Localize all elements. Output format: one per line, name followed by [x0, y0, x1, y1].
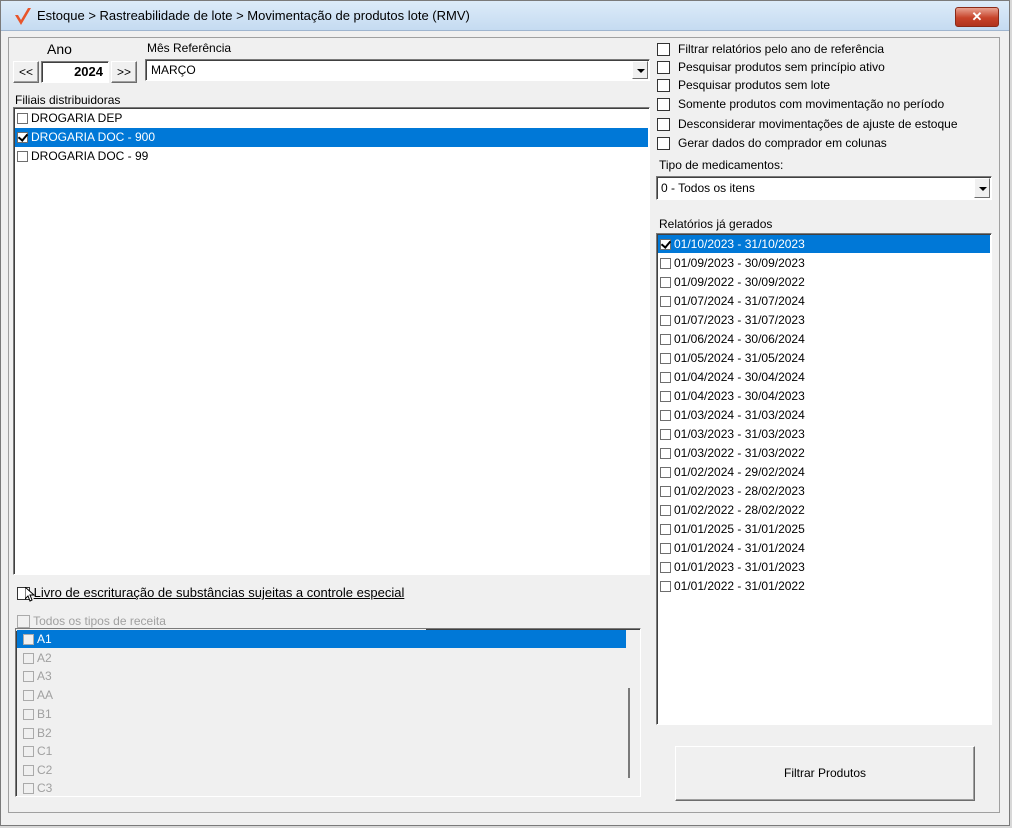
branch-checkbox[interactable]: [17, 113, 28, 125]
report-checkbox[interactable]: [660, 486, 671, 498]
prescription-item[interactable]: C3: [17, 779, 639, 797]
month-select[interactable]: MARÇO: [145, 59, 650, 81]
prescription-item[interactable]: A1: [17, 630, 626, 648]
chevron-down-icon[interactable]: [632, 61, 648, 79]
report-item[interactable]: 01/01/2023 - 31/01/2023: [658, 558, 990, 576]
prescription-item[interactable]: C2: [17, 761, 639, 779]
report-checkbox[interactable]: [660, 391, 671, 403]
report-item[interactable]: 01/01/2022 - 31/01/2022: [658, 577, 990, 595]
medication-type-value: 0 - Todos os itens: [661, 181, 755, 195]
report-item[interactable]: 01/10/2023 - 31/10/2023: [658, 235, 990, 253]
month-label: Mês Referência: [147, 41, 232, 55]
report-item[interactable]: 01/01/2024 - 31/01/2024: [658, 539, 990, 557]
report-item[interactable]: 01/05/2024 - 31/05/2024: [658, 349, 990, 367]
prescription-item[interactable]: A3: [17, 667, 639, 685]
branch-item[interactable]: DROGARIA DEP: [15, 109, 648, 128]
report-checkbox[interactable]: [660, 258, 671, 270]
special-book-label: Livro de escrituração de substâncias suj…: [33, 585, 405, 600]
branch-item[interactable]: DROGARIA DOC - 99: [15, 147, 648, 166]
title-bar: Estoque > Rastreabilidade de lote > Movi…: [1, 1, 1009, 31]
all-prescriptions-checkbox[interactable]: Todos os tipos de receita: [17, 613, 166, 629]
option-checkbox[interactable]: [657, 118, 670, 132]
next-year-button[interactable]: >>: [111, 61, 137, 83]
option-only-with-movement[interactable]: Somente produtos com movimentação no per…: [657, 95, 944, 113]
report-item[interactable]: 01/02/2024 - 29/02/2024: [658, 463, 990, 481]
window-title: Estoque > Rastreabilidade de lote > Movi…: [37, 8, 470, 23]
option-no-lot[interactable]: Pesquisar produtos sem lote: [657, 76, 830, 94]
report-checkbox[interactable]: [660, 543, 671, 555]
prescription-list: A1 A2 A3 AA B1 B2 C1 C2 C3: [15, 628, 641, 797]
year-input[interactable]: 2024: [41, 61, 109, 83]
report-item[interactable]: 01/03/2023 - 31/03/2023: [658, 425, 990, 443]
report-checkbox[interactable]: [660, 315, 671, 327]
report-checkbox[interactable]: [660, 296, 671, 308]
option-checkbox[interactable]: [657, 43, 670, 57]
prescription-scrollbar[interactable]: [628, 688, 630, 778]
prescription-item[interactable]: A2: [17, 649, 639, 667]
report-item[interactable]: 01/07/2024 - 31/07/2024: [658, 292, 990, 310]
option-checkbox[interactable]: [657, 98, 670, 112]
checkmark-logo-icon: [15, 8, 31, 25]
chevron-down-icon[interactable]: [974, 178, 990, 198]
report-checkbox[interactable]: [660, 448, 671, 460]
report-checkbox[interactable]: [660, 505, 671, 517]
medication-type-select[interactable]: 0 - Todos os itens: [656, 176, 992, 200]
report-item[interactable]: 01/04/2023 - 30/04/2023: [658, 387, 990, 405]
report-checkbox[interactable]: [660, 562, 671, 574]
report-item[interactable]: 01/02/2022 - 28/02/2022: [658, 501, 990, 519]
all-prescriptions-label: Todos os tipos de receita: [33, 614, 166, 628]
report-checkbox[interactable]: [660, 410, 671, 422]
mouse-pointer-icon: [25, 587, 35, 602]
report-item[interactable]: 01/03/2022 - 31/03/2022: [658, 444, 990, 462]
report-checkbox[interactable]: [660, 239, 671, 251]
report-item[interactable]: 01/04/2024 - 30/04/2024: [658, 368, 990, 386]
report-item[interactable]: 01/09/2022 - 30/09/2022: [658, 273, 990, 291]
branch-checkbox[interactable]: [17, 132, 28, 144]
report-item[interactable]: 01/01/2025 - 31/01/2025: [658, 520, 990, 538]
report-checkbox[interactable]: [660, 524, 671, 536]
report-checkbox[interactable]: [660, 372, 671, 384]
reports-list: 01/10/2023 - 31/10/2023 01/09/2023 - 30/…: [656, 233, 992, 725]
report-item[interactable]: 01/09/2023 - 30/09/2023: [658, 254, 990, 272]
option-checkbox[interactable]: [657, 79, 670, 93]
option-checkbox[interactable]: [657, 137, 670, 151]
report-checkbox[interactable]: [660, 353, 671, 365]
branches-label: Filiais distribuidoras: [15, 93, 121, 107]
report-checkbox[interactable]: [660, 334, 671, 346]
prescription-item[interactable]: B2: [17, 724, 639, 742]
prev-year-button[interactable]: <<: [13, 61, 39, 83]
report-item[interactable]: 01/03/2024 - 31/03/2024: [658, 406, 990, 424]
option-buyer-columns[interactable]: Gerar dados do comprador em colunas: [657, 134, 887, 152]
option-ignore-adjustments[interactable]: Desconsiderar movimentações de ajuste de…: [657, 115, 958, 133]
report-checkbox[interactable]: [660, 467, 671, 479]
prescription-item[interactable]: C1: [17, 742, 639, 760]
branch-item[interactable]: DROGARIA DOC - 900: [15, 128, 648, 147]
prescription-item[interactable]: AA: [17, 686, 639, 704]
report-item[interactable]: 01/06/2024 - 30/06/2024: [658, 330, 990, 348]
option-filter-by-year[interactable]: Filtrar relatórios pelo ano de referênci…: [657, 40, 884, 58]
special-book-checkbox[interactable]: Livro de escrituração de substâncias suj…: [17, 585, 405, 602]
report-checkbox[interactable]: [660, 429, 671, 441]
report-item[interactable]: 01/02/2023 - 28/02/2023: [658, 482, 990, 500]
option-checkbox[interactable]: [657, 61, 670, 75]
report-item[interactable]: 01/07/2023 - 31/07/2023: [658, 311, 990, 329]
branch-checkbox[interactable]: [17, 151, 28, 163]
branches-list: DROGARIA DEP DROGARIA DOC - 900 DROGARIA…: [13, 107, 650, 575]
close-button[interactable]: ✕: [955, 7, 999, 27]
medication-type-label: Tipo de medicamentos:: [659, 158, 784, 172]
month-value: MARÇO: [151, 63, 196, 77]
option-no-active-ingredient[interactable]: Pesquisar produtos sem princípio ativo: [657, 58, 885, 76]
prescription-item[interactable]: B1: [17, 705, 639, 723]
filter-products-button[interactable]: Filtrar Produtos: [675, 746, 975, 801]
report-checkbox[interactable]: [660, 277, 671, 289]
report-checkbox[interactable]: [660, 581, 671, 593]
close-icon: ✕: [971, 9, 983, 24]
reports-label: Relatórios já gerados: [659, 217, 773, 231]
client-area: Ano << 2024 >> Mês Referência MARÇO Fili…: [8, 37, 1000, 813]
year-label: Ano: [47, 41, 72, 57]
